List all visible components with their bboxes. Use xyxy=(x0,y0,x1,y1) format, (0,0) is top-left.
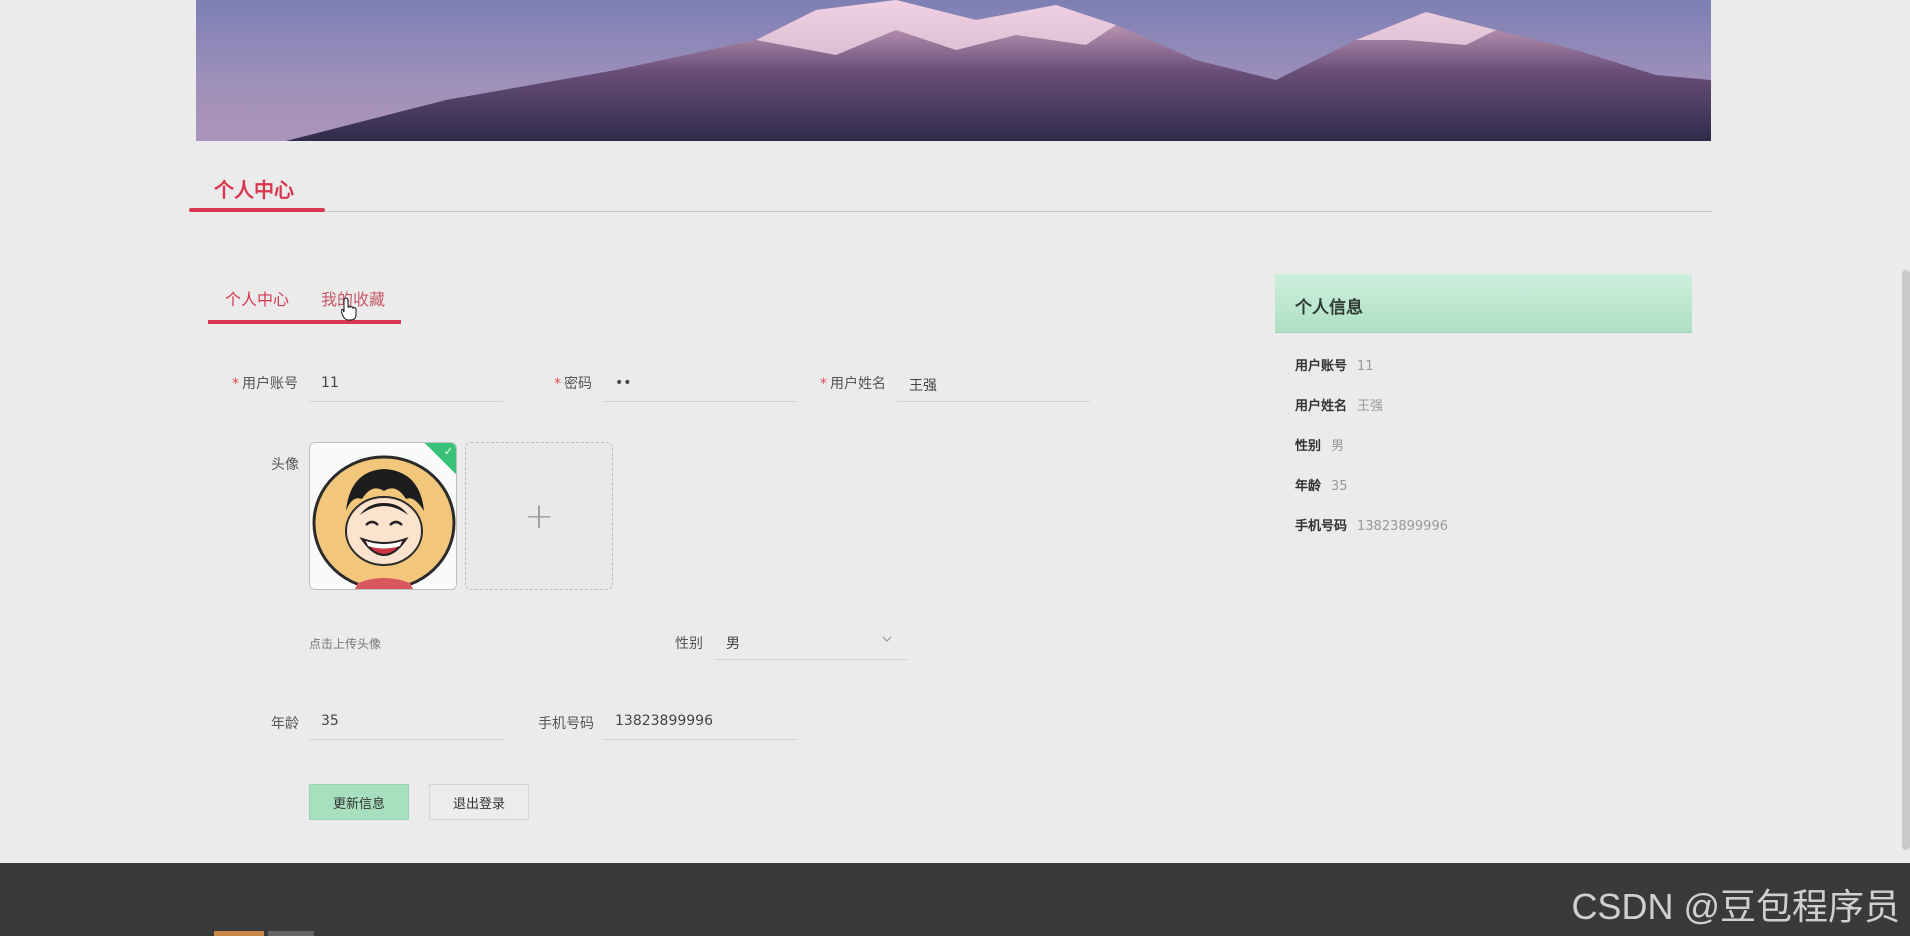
info-row-username: 用户姓名 王强 xyxy=(1295,399,1384,414)
password-label: * 密码 xyxy=(554,376,592,392)
page-title: 个人中心 xyxy=(214,178,294,202)
hero-banner xyxy=(196,0,1711,141)
footer-indicator xyxy=(214,931,264,936)
info-row-account: 用户账号 11 xyxy=(1295,359,1374,374)
update-info-button[interactable]: 更新信息 xyxy=(309,784,409,820)
tab-personal-center[interactable]: 个人中心 xyxy=(225,286,289,310)
info-panel-title: 个人信息 xyxy=(1295,298,1363,318)
footer-indicator-secondary xyxy=(268,931,314,936)
gender-select[interactable]: 男 xyxy=(714,624,908,660)
username-field[interactable]: 王强 xyxy=(897,366,1090,402)
title-underline xyxy=(189,208,325,212)
logout-button[interactable]: 退出登录 xyxy=(429,784,529,820)
age-field[interactable]: 35 xyxy=(309,704,503,740)
avatar[interactable]: ✓ xyxy=(309,442,457,590)
pointer-cursor-icon xyxy=(341,297,357,321)
password-field[interactable]: •• xyxy=(603,366,797,402)
check-icon: ✓ xyxy=(443,445,453,458)
plus-icon: + xyxy=(523,495,555,537)
account-label: * 用户账号 xyxy=(232,376,298,392)
title-divider xyxy=(189,211,1712,212)
gender-label: 性别 xyxy=(675,636,703,652)
upload-avatar-button[interactable]: + xyxy=(465,442,613,590)
username-label: * 用户姓名 xyxy=(820,376,886,392)
phone-label: 手机号码 xyxy=(538,716,594,732)
page-scrollbar[interactable] xyxy=(1902,270,1910,850)
age-label: 年龄 xyxy=(271,716,299,732)
info-panel-header: 个人信息 xyxy=(1275,274,1692,333)
phone-field[interactable]: 13823899996 xyxy=(603,704,797,740)
info-row-phone: 手机号码 13823899996 xyxy=(1295,519,1448,534)
avatar-label: 头像 xyxy=(271,457,299,473)
info-row-age: 年龄 35 xyxy=(1295,479,1348,494)
account-field[interactable]: 11 xyxy=(309,366,503,402)
profile-tabs: 个人中心 我的收藏 xyxy=(208,284,401,324)
upload-hint: 点击上传头像 xyxy=(309,637,382,651)
chevron-down-icon xyxy=(882,636,892,642)
info-row-gender: 性别男 xyxy=(1295,439,1345,454)
watermark: CSDN @豆包程序员 xyxy=(1571,886,1900,927)
